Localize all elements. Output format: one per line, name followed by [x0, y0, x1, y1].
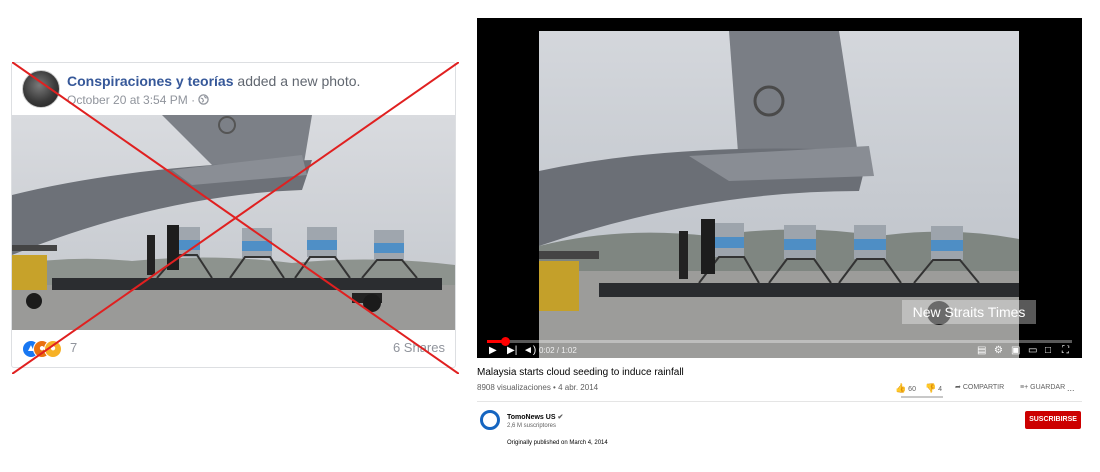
- share-arrow-icon: ➦: [955, 384, 961, 391]
- channel-name-text: TomoNews US: [507, 414, 556, 421]
- more-actions-button[interactable]: ...: [1067, 382, 1075, 394]
- cast-icon[interactable]: □: [1045, 344, 1051, 358]
- fullscreen-icon[interactable]: ⛶: [1062, 344, 1069, 358]
- video-progress-bar[interactable]: [487, 337, 1072, 346]
- page-avatar[interactable]: [22, 70, 60, 108]
- channel-watermark: New Straits Times: [902, 300, 1036, 324]
- channel-avatar[interactable]: [480, 410, 500, 430]
- verified-check-icon: ✔: [557, 414, 564, 421]
- post-action-text: added a new photo.: [237, 73, 361, 89]
- aircraft-cargo-photo: [12, 115, 455, 330]
- thumb-down-icon: 👎: [925, 383, 937, 393]
- volume-icon[interactable]: ◄): [523, 344, 536, 358]
- shares-count[interactable]: 6 Shares: [393, 340, 445, 355]
- subscriber-count: 2,6 M suscriptores: [507, 423, 557, 429]
- like-count: 60: [908, 386, 916, 393]
- dislike-button[interactable]: 👎 4: [925, 382, 942, 396]
- channel-name[interactable]: TomoNews US ✔: [507, 413, 563, 421]
- share-label: COMPARTIR: [962, 384, 1005, 391]
- post-meta: October 20 at 3:54 PM ·: [67, 93, 210, 107]
- save-button[interactable]: ≡+ GUARDAR: [1020, 382, 1065, 394]
- video-player[interactable]: New Straits Times ▶ ▶| ◄) 0:02 / 1:02 ▤ …: [477, 18, 1082, 358]
- globe-icon: [198, 94, 210, 105]
- thumb-up-icon: 👍: [895, 383, 907, 393]
- subtitles-icon[interactable]: ▤: [977, 344, 986, 358]
- facebook-post-card: Conspiraciones y teorías added a new pho…: [11, 62, 456, 368]
- like-ratio-bar: [901, 396, 943, 398]
- post-header: Conspiraciones y teorías added a new pho…: [22, 70, 442, 110]
- playlist-add-icon: ≡+: [1020, 384, 1029, 391]
- video-title: Malaysia starts cloud seeding to induce …: [477, 367, 684, 378]
- share-button[interactable]: ➦ COMPARTIR: [955, 382, 1004, 394]
- post-footer: ▲ ● ● 7 6 Shares: [12, 331, 455, 367]
- post-photo[interactable]: [12, 115, 455, 330]
- miniplayer-icon[interactable]: ▣: [1011, 344, 1020, 358]
- theater-mode-icon[interactable]: ▭: [1028, 344, 1037, 358]
- page-name-link[interactable]: Conspiraciones y teorías: [67, 73, 234, 89]
- subscribe-button[interactable]: SUSCRIBIRSE: [1025, 411, 1081, 429]
- reaction-count[interactable]: 7: [70, 340, 77, 355]
- section-divider: [477, 401, 1082, 402]
- video-meta: 8908 visualizaciones • 4 abr. 2014: [477, 383, 599, 392]
- post-author-line: Conspiraciones y teorías added a new pho…: [67, 73, 360, 89]
- player-controls: ▶ ▶| ◄) 0:02 / 1:02 ▤ ⚙ ▣ ▭ □ ⛶: [477, 344, 1082, 358]
- like-button[interactable]: 👍 60: [895, 382, 916, 396]
- next-icon[interactable]: ▶|: [507, 344, 517, 358]
- settings-gear-icon[interactable]: ⚙: [994, 344, 1003, 358]
- dislike-count: 4: [938, 386, 943, 393]
- post-timestamp[interactable]: October 20 at 3:54 PM ·: [67, 93, 195, 107]
- video-description: Originally published on March 4, 2014: [507, 440, 608, 446]
- save-label: GUARDAR: [1030, 384, 1066, 391]
- time-display: 0:02 / 1:02: [539, 346, 577, 355]
- sad-reaction-icon: ●: [44, 340, 62, 358]
- play-icon[interactable]: ▶: [489, 344, 497, 358]
